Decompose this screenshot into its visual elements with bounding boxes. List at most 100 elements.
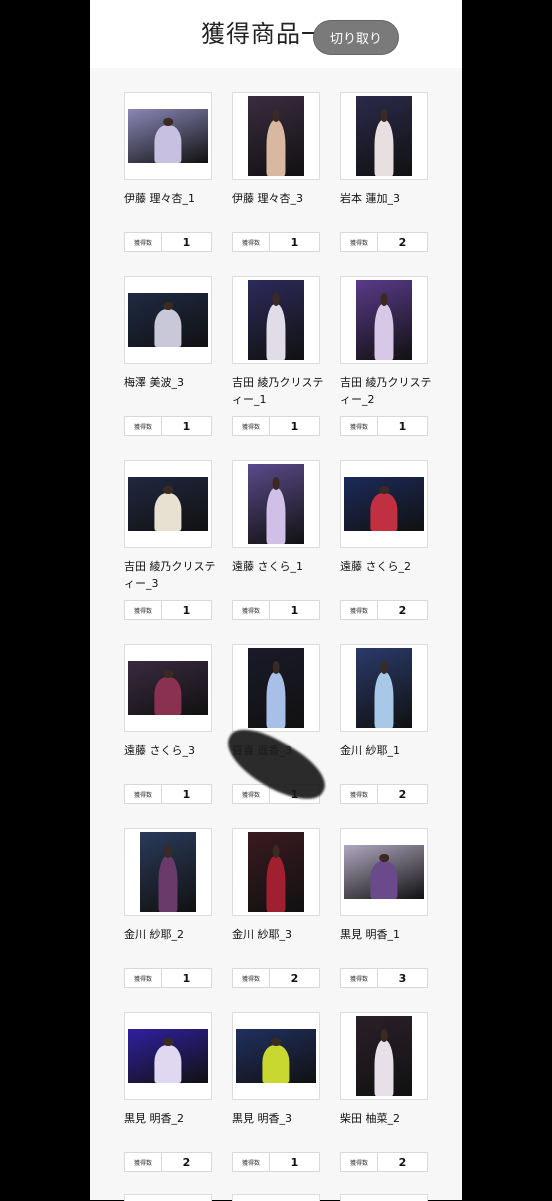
acquired-count-label: 獲得数: [233, 1153, 270, 1171]
person-figure: [370, 493, 398, 531]
person-head: [164, 844, 172, 858]
acquired-count: 獲得数 2: [340, 600, 428, 620]
product-thumbnail[interactable]: [340, 460, 428, 548]
product-photo: [236, 1029, 316, 1083]
product-thumbnail[interactable]: [232, 1012, 320, 1100]
acquired-count: 獲得数 1: [232, 600, 320, 620]
person-figure: [266, 120, 286, 176]
person-figure: [266, 856, 286, 912]
product-photo: [248, 832, 304, 912]
person-figure: [266, 672, 286, 728]
product-thumbnail[interactable]: [232, 644, 320, 732]
acquired-count-value: 3: [398, 971, 407, 985]
acquired-count-label: 獲得数: [233, 969, 270, 987]
acquired-count: 獲得数 1: [124, 600, 212, 620]
person-figure: [154, 1045, 182, 1083]
person-head: [272, 476, 280, 490]
person-figure: [374, 120, 394, 176]
product-thumbnail[interactable]: [232, 460, 320, 548]
product-photo: [356, 280, 412, 360]
acquired-count: 獲得数 1: [124, 784, 212, 804]
acquired-count-label: 獲得数: [341, 417, 378, 435]
product-name: 吉田 綾乃クリスティー_3: [124, 560, 216, 590]
acquired-count-value: 1: [182, 603, 191, 617]
product-thumbnail[interactable]: [232, 828, 320, 916]
acquired-count-label: 獲得数: [233, 785, 270, 803]
acquired-count: 獲得数 2: [232, 968, 320, 988]
acquired-count-label: 獲得数: [125, 1153, 162, 1171]
product-name: 金川 紗耶_2: [124, 928, 184, 941]
product-name: 吉田 綾乃クリスティー_2: [340, 376, 432, 406]
product-photo: [248, 464, 304, 544]
product-photo: [344, 845, 424, 899]
acquired-count: 獲得数 1: [124, 416, 212, 436]
product-photo: [248, 96, 304, 176]
acquired-count-value: 1: [290, 1155, 299, 1169]
person-head: [272, 844, 280, 858]
product-name: 遠藤 さくら_3: [124, 744, 195, 757]
person-head: [272, 292, 280, 306]
person-head: [380, 108, 388, 122]
product-photo: [356, 1016, 412, 1096]
product-thumbnail[interactable]: [124, 644, 212, 732]
person-head: [379, 853, 389, 863]
product-thumbnail[interactable]: [232, 92, 320, 180]
product-photo: [128, 661, 208, 715]
acquired-count-label: 獲得数: [341, 1153, 378, 1171]
acquired-count-label: 獲得数: [125, 417, 162, 435]
person-head: [271, 1037, 281, 1047]
person-head: [163, 301, 173, 311]
person-head: [380, 292, 388, 306]
acquired-count-label: 獲得数: [125, 601, 162, 619]
product-name: 梅澤 美波_3: [124, 376, 184, 389]
product-thumbnail[interactable]: [124, 276, 212, 364]
product-name: 黒見 明香_2: [124, 1112, 184, 1125]
acquired-count-value: 1: [182, 787, 191, 801]
product-photo: [248, 648, 304, 728]
product-name: 遠藤 さくら_2: [340, 560, 411, 573]
person-figure: [266, 488, 286, 544]
page-title: 獲得商品一覧: [201, 20, 351, 48]
product-name: 伊藤 理々杏_3: [232, 192, 303, 205]
product-thumbnail[interactable]: [124, 460, 212, 548]
product-thumbnail[interactable]: [124, 92, 212, 180]
product-thumbnail[interactable]: [124, 828, 212, 916]
person-figure: [262, 1045, 290, 1083]
product-photo: [128, 293, 208, 347]
acquired-count: 獲得数 2: [340, 1152, 428, 1172]
person-head: [163, 485, 173, 495]
product-name: 黒見 明香_3: [232, 1112, 292, 1125]
person-head: [380, 1028, 388, 1042]
product-name: 遠藤 さくら_1: [232, 560, 303, 573]
person-head: [380, 660, 388, 674]
product-thumbnail[interactable]: [340, 828, 428, 916]
acquired-count-value: 2: [290, 971, 299, 985]
acquired-count-value: 1: [398, 419, 407, 433]
acquired-count: 獲得数 2: [340, 232, 428, 252]
acquired-count-label: 獲得数: [125, 969, 162, 987]
product-thumbnail[interactable]: [340, 92, 428, 180]
acquired-count-value: 2: [398, 787, 407, 801]
person-head: [163, 1037, 173, 1047]
product-thumbnail[interactable]: [340, 276, 428, 364]
product-thumbnail[interactable]: [340, 644, 428, 732]
product-photo: [128, 109, 208, 163]
crop-button[interactable]: 切り取り: [314, 21, 398, 54]
product-photo: [128, 477, 208, 531]
product-photo: [356, 96, 412, 176]
product-photo: [344, 477, 424, 531]
product-thumbnail[interactable]: [124, 1012, 212, 1100]
product-photo: [140, 832, 196, 912]
acquired-count-label: 獲得数: [341, 785, 378, 803]
product-thumbnail[interactable]: [232, 276, 320, 364]
product-name: 岩本 蓮加_3: [340, 192, 400, 205]
acquired-count-value: 1: [290, 235, 299, 249]
person-head: [379, 485, 389, 495]
person-figure: [158, 856, 178, 912]
product-thumbnail[interactable]: [340, 1012, 428, 1100]
acquired-count: 獲得数 1: [232, 232, 320, 252]
acquired-count: 獲得数 1: [232, 416, 320, 436]
person-figure: [374, 304, 394, 360]
product-name: 吉田 綾乃クリスティー_1: [232, 376, 324, 406]
person-figure: [154, 493, 182, 531]
